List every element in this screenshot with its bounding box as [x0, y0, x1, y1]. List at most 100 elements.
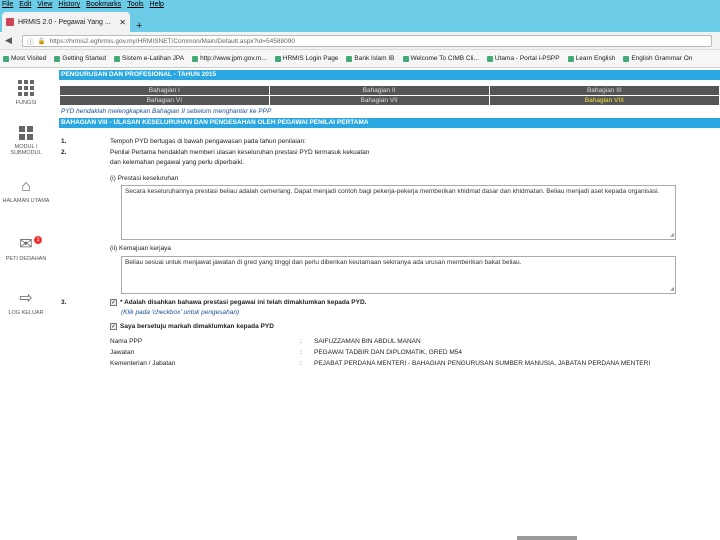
app-sidebar: FUNGSI MODUL / SUBMODUL ⌂ HALAMAN UTAMA … [0, 68, 52, 540]
menu-history[interactable]: History [58, 0, 80, 9]
bookmark-label: Welcome To CIMB Cli... [410, 55, 479, 62]
info-row: Kementerian / Jabatan : PEJABAT PERDANA … [110, 360, 720, 367]
bookmark-label: Utama - Portal i-PSPP [494, 55, 560, 62]
menu-tools[interactable]: Tools [127, 0, 143, 9]
bookmark-item[interactable]: Most Visited [3, 55, 46, 62]
bookmark-label: Bank Islam IB [354, 55, 395, 62]
confirm-row: ✓ * Adalah disahkan bahawa prestasi pega… [110, 299, 366, 306]
sidebar-item-log-keluar[interactable]: ⇨ LOG KELUAR [2, 290, 50, 316]
tab-bahagian-ii[interactable]: Bahagian II [268, 85, 490, 96]
info-icon[interactable]: ⓘ [27, 36, 34, 46]
tab-bahagian-iii[interactable]: Bahagian III [488, 85, 720, 96]
info-key: Nama PPP [110, 338, 143, 345]
bookmark-item[interactable]: Welcome To CIMB Cli... [402, 55, 479, 62]
bookmark-icon [623, 55, 630, 62]
sidebar-item-label: LOG KELUAR [8, 310, 44, 316]
info-key: Jawatan [110, 349, 135, 356]
confirm-checkbox[interactable]: ✓ [110, 299, 117, 306]
back-icon[interactable]: ◀ [5, 35, 12, 46]
sidebar-item-fungsi[interactable]: FUNGSI [2, 78, 50, 106]
bookmark-item[interactable]: English Grammar On [623, 55, 692, 62]
tab-strip: HRMIS 2.0 - Pegawai Yang ... ✕ + [0, 9, 720, 32]
parts-table: Bahagian I Bahagian II Bahagian III Baha… [59, 85, 720, 106]
info-value: PEGAWAI TADBIR DAN DIPLOMATIK, GRED M54 [314, 349, 462, 356]
url-bar[interactable]: ⓘ 🔒 https://hrmis2.eghrmis.gov.my/HRMISN… [22, 35, 712, 47]
mail-icon: ✉ [19, 236, 33, 253]
question-text: Tempoh PYD bertugas di bawah pengawasan … [110, 138, 306, 145]
browser-tab[interactable]: HRMIS 2.0 - Pegawai Yang ... ✕ [2, 12, 130, 32]
sidebar-item-modul[interactable]: MODUL / SUBMODUL [2, 124, 50, 156]
info-row: Nama PPP : SAIFUZZAMAN BIN ABDUL MANAN [110, 338, 421, 345]
page-title: PENGURUSAN DAN PROFESIONAL - TAHUN 2015 [59, 70, 720, 80]
agree-label: Saya bersetuju markah dimaklumkan kepada… [120, 323, 274, 330]
menu-help[interactable]: Help [150, 0, 164, 9]
bookmark-icon [567, 55, 574, 62]
subsection-label: (ii) Kemajuan kerjaya [110, 245, 172, 252]
info-colon: : [300, 338, 302, 345]
logout-icon: ⇨ [19, 290, 33, 307]
new-tab-button[interactable]: + [136, 21, 142, 32]
info-value: PEJABAT PERDANA MENTERI - BAHAGIAN PENGU… [314, 360, 651, 367]
lock-icon: 🔒 [37, 38, 46, 45]
url-text: https://hrmis2.eghrmis.gov.my/HRMISNET/C… [49, 37, 295, 45]
bookmark-icon [54, 55, 61, 62]
bookmark-label: Sistem e-Latihan JPA [122, 55, 185, 62]
menu-bar: File Edit View History Bookmarks Tools H… [0, 0, 720, 9]
tab-title: HRMIS 2.0 - Pegawai Yang ... [18, 18, 111, 26]
menu-file[interactable]: File [2, 0, 13, 9]
career-progress-field[interactable]: Beliau sesuai untuk menjawat jawatan di … [121, 256, 676, 294]
bookmark-item[interactable]: Getting Started [54, 55, 106, 62]
textarea-value: Beliau sesuai untuk menjawat jawatan di … [125, 259, 522, 266]
bookmark-item[interactable]: Utama - Portal i-PSPP [486, 55, 560, 62]
info-colon: : [300, 349, 302, 356]
question-number: 3. [61, 299, 67, 306]
bookmark-item[interactable]: HRMIS Login Page [274, 55, 339, 62]
bookmark-label: English Grammar On [631, 55, 693, 62]
info-value: SAIFUZZAMAN BIN ABDUL MANAN [314, 338, 421, 345]
bookmark-label: HRMIS Login Page [282, 55, 339, 62]
tab-bahagian-vii[interactable]: Bahagian VII [268, 95, 490, 106]
horizontal-scrollbar[interactable] [517, 536, 577, 540]
tab-bahagian-i[interactable]: Bahagian I [59, 85, 270, 96]
resize-grip-icon[interactable]: ◢ [670, 231, 674, 239]
menu-view[interactable]: View [37, 0, 52, 9]
question-number: 2. [61, 149, 67, 156]
question-text: dan kelemahan pegawai yang perlu diperba… [110, 159, 245, 166]
menu-bookmarks[interactable]: Bookmarks [86, 0, 121, 9]
question-text: Penilai Pertama hendaklah memberi ulasan… [110, 149, 370, 156]
bookmark-icon [486, 55, 493, 62]
bookmark-item[interactable]: Sistem e-Latihan JPA [114, 55, 184, 62]
agree-checkbox[interactable]: ✓ [110, 323, 117, 330]
subsection-label: (i) Prestasi keseluruhan [110, 175, 179, 182]
textarea-value: Secara keseluruhannya prestasi beliau ad… [125, 188, 660, 195]
nav-bar: ◀ ⓘ 🔒 https://hrmis2.eghrmis.gov.my/HRMI… [0, 32, 720, 50]
home-icon: ⌂ [21, 178, 31, 195]
sidebar-item-label: HALAMAN UTAMA [2, 198, 50, 204]
grid-icon [19, 126, 33, 140]
bookmark-item[interactable]: Learn English [567, 55, 616, 62]
bookmark-icon [402, 55, 409, 62]
warning-text: PYD hendaklah melengkapkan Bahagian II s… [61, 108, 272, 115]
menu-edit[interactable]: Edit [19, 0, 31, 9]
tab-bahagian-viii[interactable]: Bahagian VIII [488, 95, 720, 106]
bookmark-icon [274, 55, 281, 62]
sidebar-item-label: PETI DEDAHAN [5, 256, 47, 262]
bookmark-label: Getting Started [62, 55, 107, 62]
bookmark-item[interactable]: Bank Islam IB [346, 55, 395, 62]
info-key: Kementerian / Jabatan [110, 360, 176, 367]
sidebar-item-label: MODUL / SUBMODUL [10, 144, 42, 156]
tab-bahagian-vi[interactable]: Bahagian VI [59, 95, 270, 106]
bookmark-label: Learn English [575, 55, 616, 62]
sidebar-item-halaman-utama[interactable]: ⌂ HALAMAN UTAMA [2, 178, 50, 204]
bookmark-icon [3, 55, 9, 62]
resize-grip-icon[interactable]: ◢ [670, 285, 674, 293]
grid-icon [18, 80, 34, 96]
bookmark-icon [114, 55, 121, 62]
bookmark-item[interactable]: http://www.jpm.gov.m... [192, 55, 267, 62]
overall-performance-field[interactable]: Secara keseluruhannya prestasi beliau ad… [121, 185, 676, 240]
sidebar-item-peti-dedahan[interactable]: ✉ 1 PETI DEDAHAN [2, 236, 50, 262]
bookmark-icon [192, 55, 199, 62]
close-icon[interactable]: ✕ [119, 18, 126, 27]
bookmark-icon [346, 55, 353, 62]
agree-row: ✓ Saya bersetuju markah dimaklumkan kepa… [110, 323, 274, 330]
